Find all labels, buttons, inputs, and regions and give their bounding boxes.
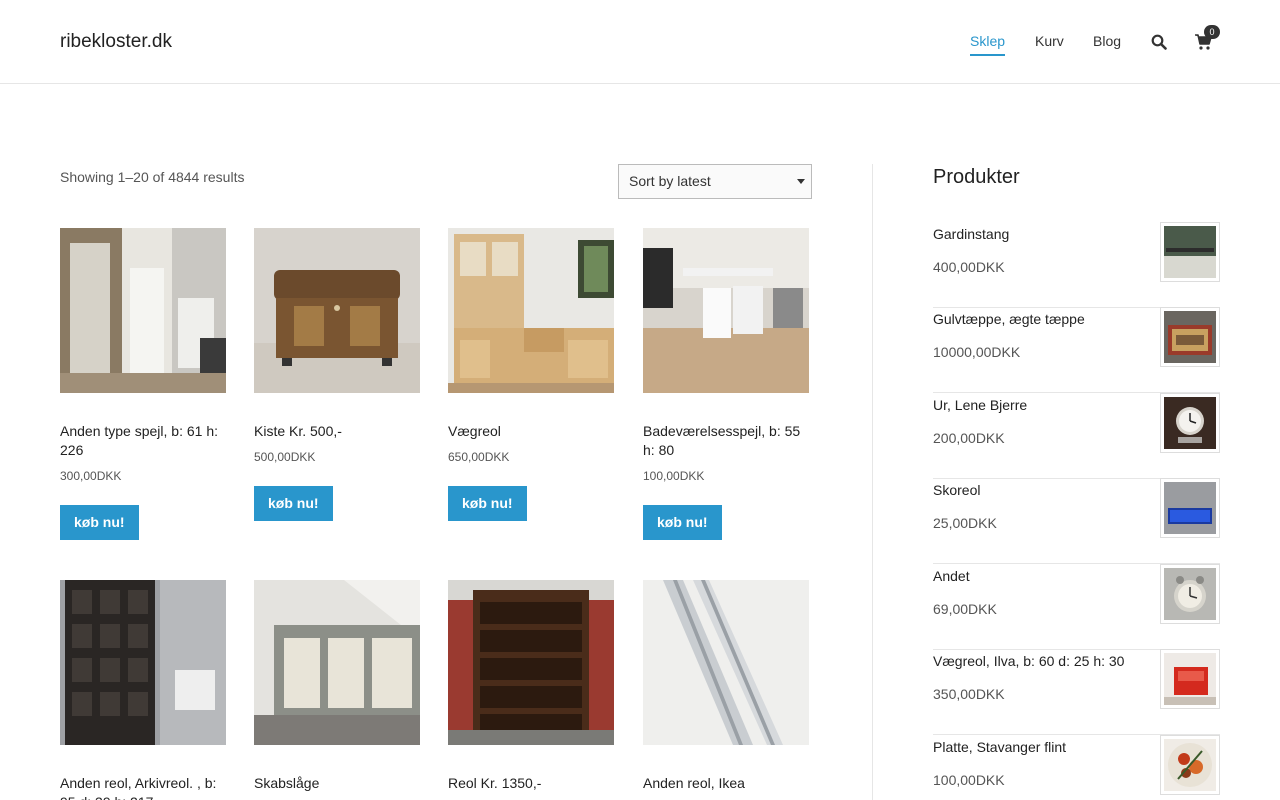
buy-button[interactable]: køb nu!	[448, 486, 527, 521]
product-card: Reol Kr. 1350,-	[448, 580, 614, 793]
sort-select[interactable]: Sort by latest	[618, 164, 812, 199]
product-title[interactable]: Reol Kr. 1350,-	[448, 774, 614, 793]
product-image[interactable]	[448, 228, 614, 393]
buy-button[interactable]: køb nu!	[254, 486, 333, 521]
product-card: Skabslåge	[254, 580, 420, 793]
sidebar-product-name[interactable]: Vægreol, Ilva, b: 60 d: 25 h: 30	[933, 653, 1124, 669]
sidebar-product-name[interactable]: Platte, Stavanger flint	[933, 739, 1066, 755]
buy-button[interactable]: køb nu!	[643, 505, 722, 540]
sidebar-product-image[interactable]	[1160, 222, 1220, 282]
sidebar-product-price: 10000,00DKK	[933, 344, 1021, 360]
product-image[interactable]	[448, 580, 614, 745]
product-image[interactable]	[254, 580, 420, 745]
nav-item-blog[interactable]: Blog	[1093, 33, 1121, 49]
product-price: 500,00DKK	[254, 450, 316, 464]
product-image[interactable]	[60, 580, 226, 745]
sidebar-product-image[interactable]	[1160, 735, 1220, 795]
sidebar-product-price: 200,00DKK	[933, 430, 1005, 446]
product-title[interactable]: Badeværelsesspejl, b: 55 h: 80	[643, 422, 809, 460]
sidebar-product-image[interactable]	[1160, 649, 1220, 709]
product-title[interactable]: Skabslåge	[254, 774, 420, 793]
sidebar-product-name[interactable]: Gulvtæppe, ægte tæppe	[933, 311, 1085, 327]
search-icon[interactable]	[1151, 34, 1167, 50]
sidebar-product: Platte, Stavanger flint 100,00DKK	[933, 735, 1220, 800]
product-card: Anden reol, Ikea	[643, 580, 809, 793]
product-image[interactable]	[643, 580, 809, 745]
product-image[interactable]	[60, 228, 226, 393]
product-card: Anden type spejl, b: 61 h: 226 300,00DKK…	[60, 228, 226, 540]
product-card: Anden reol, Arkivreol. , b: 95 d: 39 h: …	[60, 580, 226, 800]
sidebar-product: Vægreol, Ilva, b: 60 d: 25 h: 30 350,00D…	[933, 649, 1220, 735]
product-card: Vægreol 650,00DKK køb nu!	[448, 228, 614, 521]
sidebar-product-name[interactable]: Andet	[933, 568, 970, 584]
product-price: 650,00DKK	[448, 450, 510, 464]
product-price: 100,00DKK	[643, 469, 705, 483]
product-title[interactable]: Anden reol, Arkivreol. , b: 95 d: 39 h: …	[60, 774, 226, 800]
sidebar-product: Gulvtæppe, ægte tæppe 10000,00DKK	[933, 307, 1220, 393]
product-title[interactable]: Kiste Kr. 500,-	[254, 422, 420, 441]
chevron-down-icon	[797, 179, 805, 184]
result-count: Showing 1–20 of 4844 results	[60, 169, 245, 185]
nav-item-sklep[interactable]: Sklep	[970, 33, 1006, 56]
sidebar-product-price: 100,00DKK	[933, 772, 1005, 788]
sidebar-product-price: 400,00DKK	[933, 259, 1005, 275]
sidebar-title: Produkter	[933, 166, 1020, 188]
sidebar-product-price: 350,00DKK	[933, 686, 1005, 702]
site-header: ribekloster.dk Sklep Kurv Blog 0	[0, 0, 1280, 84]
sidebar-product-name[interactable]: Skoreol	[933, 482, 980, 498]
cart-count-badge: 0	[1204, 25, 1220, 39]
nav-item-kurv[interactable]: Kurv	[1035, 33, 1064, 49]
product-card: Badeværelsesspejl, b: 55 h: 80 100,00DKK…	[643, 228, 809, 540]
sidebar-product-price: 25,00DKK	[933, 515, 997, 531]
sidebar-product-name[interactable]: Ur, Lene Bjerre	[933, 397, 1027, 413]
sidebar-product: Skoreol 25,00DKK	[933, 478, 1220, 564]
sidebar-product-price: 69,00DKK	[933, 601, 997, 617]
sidebar-product: Gardinstang 400,00DKK	[933, 222, 1220, 308]
product-title[interactable]: Vægreol	[448, 422, 614, 441]
sidebar-product: Ur, Lene Bjerre 200,00DKK	[933, 393, 1220, 479]
product-price: 300,00DKK	[60, 469, 122, 483]
product-image[interactable]	[643, 228, 809, 393]
sidebar-divider	[872, 164, 873, 800]
sort-select-value: Sort by latest	[629, 173, 711, 189]
sidebar-product-image[interactable]	[1160, 564, 1220, 624]
sidebar-product-image[interactable]	[1160, 393, 1220, 453]
product-title[interactable]: Anden type spejl, b: 61 h: 226	[60, 422, 226, 460]
sidebar-product: Andet 69,00DKK	[933, 564, 1220, 650]
product-image[interactable]	[254, 228, 420, 393]
main-nav: Sklep Kurv Blog	[0, 33, 1280, 57]
sidebar-product-name[interactable]: Gardinstang	[933, 226, 1009, 242]
product-card: Kiste Kr. 500,- 500,00DKK køb nu!	[254, 228, 420, 521]
sidebar-product-image[interactable]	[1160, 478, 1220, 538]
product-title[interactable]: Anden reol, Ikea	[643, 774, 809, 793]
buy-button[interactable]: køb nu!	[60, 505, 139, 540]
sidebar-product-image[interactable]	[1160, 307, 1220, 367]
